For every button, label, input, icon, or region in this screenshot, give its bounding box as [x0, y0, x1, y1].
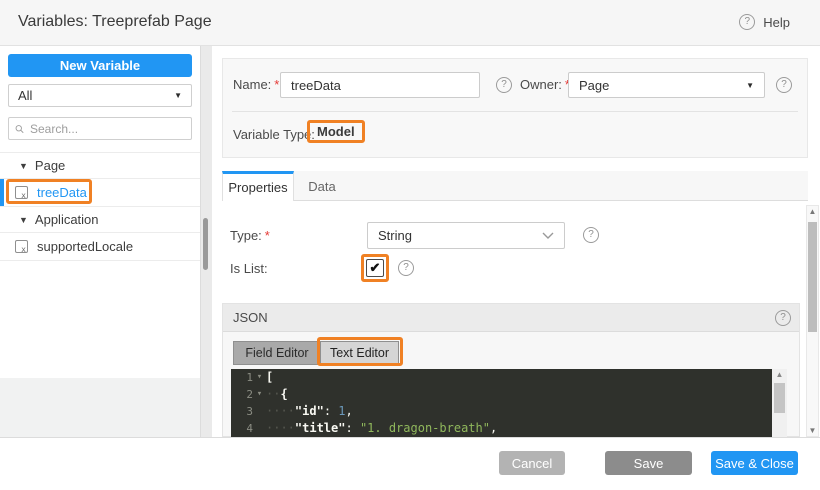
required-marker: *: [274, 77, 279, 92]
panel-scrollbar[interactable]: ▲ ▼: [806, 205, 819, 437]
code-line: 3 ···· "id" : 1 ,: [231, 403, 787, 420]
json-section-header: JSON ?: [223, 304, 799, 332]
variable-summary-box: Name:* ? Owner:* Page ▼ ? Variable Type:…: [222, 58, 808, 158]
form-divider: [232, 111, 798, 112]
editor-mode-toggle: Field Editor Text Editor: [233, 341, 399, 365]
variable-icon: x: [15, 186, 28, 199]
name-label: Name:*: [233, 72, 279, 98]
fold-icon[interactable]: ▾: [253, 386, 266, 403]
tree-item-treedata[interactable]: x treeData: [0, 179, 200, 207]
field-editor-button[interactable]: Field Editor: [234, 342, 321, 364]
type-label: Type:*: [230, 222, 270, 249]
name-input[interactable]: [280, 72, 480, 98]
owner-help-icon[interactable]: ?: [776, 77, 792, 93]
sidebar-scrollbar-thumb[interactable]: [203, 218, 208, 270]
save-and-close-button[interactable]: Save & Close: [711, 451, 798, 475]
filter-selected-value: All: [18, 88, 32, 103]
variable-editor-panel: Name:* ? Owner:* Page ▼ ? Variable Type:…: [212, 46, 820, 437]
required-marker: *: [265, 228, 270, 243]
type-help-icon[interactable]: ?: [583, 227, 599, 243]
variables-dialog: Variables: Treeprefab Page ? Help New Va…: [0, 0, 820, 490]
json-section: JSON ? Field Editor Text Editor 1 ▾ [ 2 …: [222, 303, 800, 437]
tab-data[interactable]: Data: [294, 171, 350, 201]
help-icon: ?: [739, 14, 755, 30]
chevron-down-icon: ▼: [19, 161, 28, 171]
selected-indicator: [0, 179, 4, 206]
scroll-down-icon[interactable]: ▼: [807, 426, 818, 435]
tree-group-application[interactable]: ▼ Application: [0, 207, 200, 233]
group-label: Page: [35, 158, 65, 173]
chevron-down-icon: [542, 232, 554, 240]
type-selected-value: String: [378, 228, 412, 243]
save-button[interactable]: Save: [605, 451, 692, 475]
help-link[interactable]: ? Help: [739, 14, 790, 30]
sidebar-empty-area: [0, 378, 200, 437]
text-editor-button[interactable]: Text Editor: [321, 342, 398, 364]
variable-filter-select[interactable]: All ▼: [8, 84, 192, 107]
variable-type-value: Model: [307, 120, 365, 143]
group-label: Application: [35, 212, 99, 227]
help-label: Help: [763, 15, 790, 30]
tab-properties[interactable]: Properties: [222, 171, 294, 201]
new-variable-button[interactable]: New Variable: [8, 54, 192, 77]
variables-sidebar: New Variable All ▼ ▼ Page x treeData ▼ A…: [0, 46, 200, 437]
is-list-help-icon[interactable]: ?: [398, 260, 414, 276]
dialog-footer: Cancel Save Save & Close: [0, 437, 820, 490]
panel-scrollbar-thumb[interactable]: [808, 222, 817, 332]
dropdown-arrow-icon: ▼: [746, 81, 754, 90]
owner-label: Owner:*: [520, 72, 570, 98]
scroll-up-icon[interactable]: ▲: [772, 370, 787, 379]
tree-group-page[interactable]: ▼ Page: [0, 153, 200, 179]
tree-item-supportedlocale[interactable]: x supportedLocale: [0, 233, 200, 261]
is-list-checkbox[interactable]: ✔: [366, 259, 384, 277]
code-line: 2 ▾ ·· {: [231, 386, 787, 403]
scroll-up-icon[interactable]: ▲: [807, 207, 818, 216]
variable-item-label: treeData: [37, 185, 87, 200]
json-help-icon[interactable]: ?: [775, 310, 791, 326]
json-title: JSON: [233, 304, 268, 331]
name-help-icon[interactable]: ?: [496, 77, 512, 93]
fold-icon[interactable]: ▾: [253, 369, 266, 386]
dialog-header: Variables: Treeprefab Page ? Help: [0, 0, 820, 46]
editor-tabs: Properties Data: [222, 171, 808, 201]
search-icon: [15, 123, 24, 135]
code-line: 1 ▾ [: [231, 369, 787, 386]
search-input[interactable]: [30, 122, 185, 136]
variable-type-label: Variable Type:: [233, 122, 315, 148]
code-line: 4 ···· "title" : "1. dragon-breath" ,: [231, 420, 787, 437]
dropdown-arrow-icon: ▼: [174, 91, 182, 100]
variable-icon: x: [15, 240, 28, 253]
cancel-button[interactable]: Cancel: [499, 451, 565, 475]
owner-selected-value: Page: [579, 78, 609, 93]
editor-scrollbar[interactable]: ▲: [772, 369, 787, 438]
page-title: Variables: Treeprefab Page: [18, 13, 212, 31]
type-select[interactable]: String: [367, 222, 565, 249]
variable-search[interactable]: [8, 117, 192, 140]
json-code-editor[interactable]: 1 ▾ [ 2 ▾ ·· { 3 ···· "id" : 1 ,: [231, 369, 787, 438]
variable-tree: ▼ Page x treeData ▼ Application x suppor…: [0, 152, 200, 261]
editor-scrollbar-thumb[interactable]: [774, 383, 785, 413]
owner-select[interactable]: Page ▼: [568, 72, 765, 98]
is-list-label: Is List:: [230, 255, 268, 282]
variable-item-label: supportedLocale: [37, 239, 133, 254]
chevron-down-icon: ▼: [19, 215, 28, 225]
sidebar-scrollbar[interactable]: [200, 46, 212, 437]
